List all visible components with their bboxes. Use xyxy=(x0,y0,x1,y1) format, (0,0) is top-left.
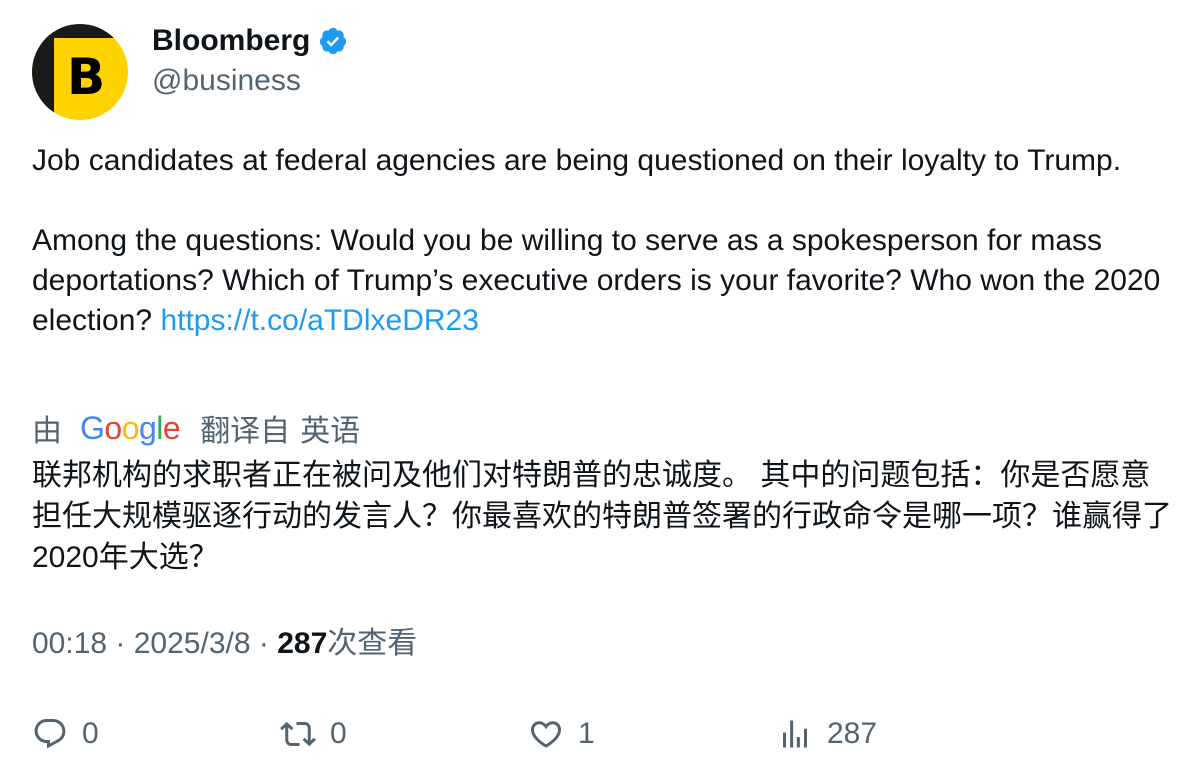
translated-from-label: 翻译自 xyxy=(200,415,291,448)
reply-icon xyxy=(34,719,66,749)
like-count: 1 xyxy=(578,717,595,750)
google-logo: Google xyxy=(80,409,181,446)
reply-count: 0 xyxy=(82,717,99,750)
source-language: 英语 xyxy=(300,415,361,448)
retweet-icon xyxy=(280,721,316,747)
tweet-time[interactable]: 00:18 xyxy=(32,627,107,660)
author-name-row: Bloomberg xyxy=(152,22,348,60)
tweet-text: Job candidates at federal agencies are b… xyxy=(32,141,1162,341)
translated-text: 联邦机构的求职者正在被问及他们对特朗普的忠诚度。 其中的问题包括：你是否愿意担任… xyxy=(32,459,1172,574)
tweet-paragraph-1: Job candidates at federal agencies are b… xyxy=(32,144,1122,177)
heart-icon xyxy=(530,721,562,748)
translation-attribution: 由 Google 翻译自 英语 xyxy=(32,408,361,449)
display-name[interactable]: Bloomberg xyxy=(152,22,310,60)
action-bar: 0 0 1 287 xyxy=(32,710,1162,758)
avatar[interactable]: B xyxy=(32,24,128,120)
analytics-icon xyxy=(783,720,807,748)
tweet-date[interactable]: 2025/3/8 xyxy=(134,627,251,660)
tweet-paragraph-2: Among the questions: Would you be willin… xyxy=(32,221,1162,341)
views-count: 287 xyxy=(277,627,328,660)
tweet-meta: 00:18 · 2025/3/8 · 287次查看 xyxy=(32,624,417,664)
meta-separator: · xyxy=(250,627,278,660)
avatar-shade xyxy=(32,24,54,120)
tweet-link[interactable]: https://t.co/aTDlxeDR23 xyxy=(160,304,478,337)
reply-button[interactable]: 0 xyxy=(32,710,99,758)
meta-separator: · xyxy=(107,627,134,660)
views-label: 次查看 xyxy=(327,627,418,660)
views-button[interactable]: 287 xyxy=(777,710,877,758)
retweet-count: 0 xyxy=(330,717,347,750)
translated-by-label: 由 xyxy=(32,415,62,448)
like-button[interactable]: 1 xyxy=(528,710,595,758)
retweet-button[interactable]: 0 xyxy=(280,710,347,758)
views-action-count: 287 xyxy=(827,717,878,750)
avatar-letter: B xyxy=(66,48,106,106)
author-handle[interactable]: @business xyxy=(152,62,301,100)
avatar-shade-top xyxy=(32,24,128,38)
verified-badge-icon xyxy=(320,27,347,55)
